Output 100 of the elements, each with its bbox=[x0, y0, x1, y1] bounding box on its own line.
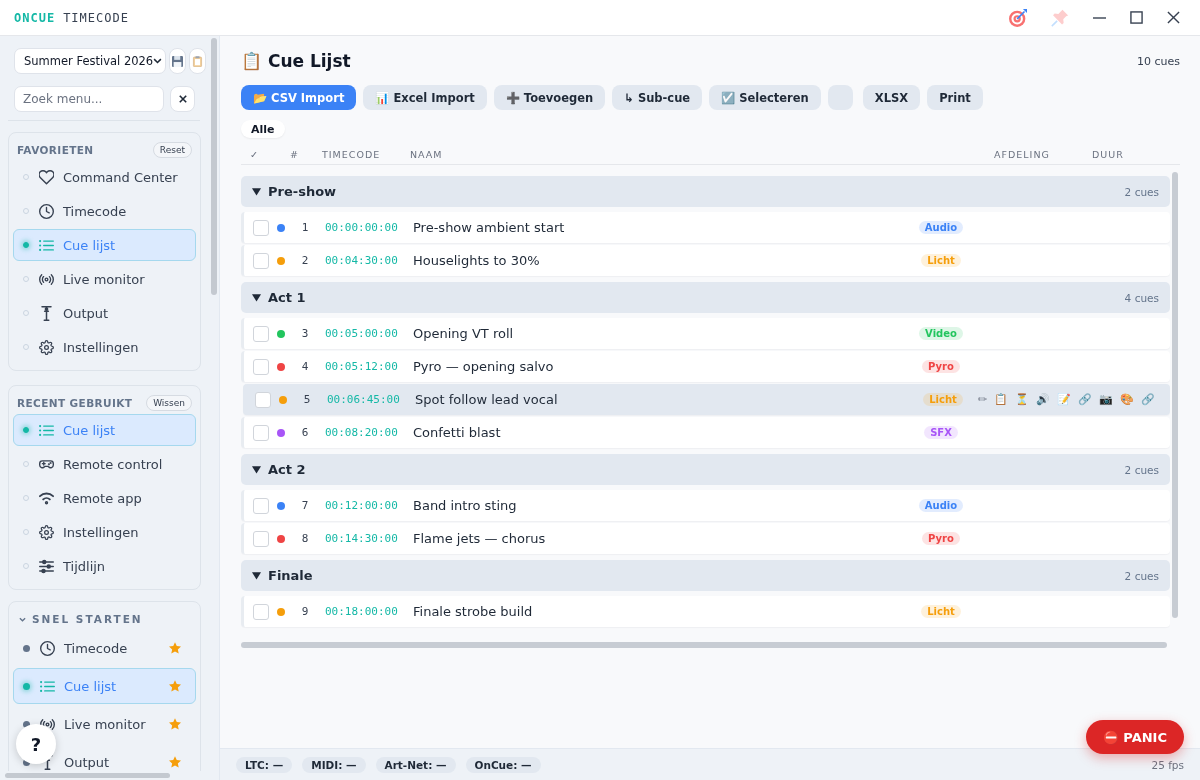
toolbar-button[interactable]: ☑ Selecteren bbox=[709, 85, 821, 110]
scrollbar-thumb[interactable] bbox=[5, 773, 170, 778]
toolbar-button[interactable]: ➕ Toevoegen bbox=[493, 85, 606, 110]
toolbar-button[interactable]: 📊 Excel Import bbox=[363, 85, 487, 110]
section-title: FAVORIETEN bbox=[17, 144, 94, 156]
cue-row[interactable]: 3 00:05:00:00 Opening VT roll Video bbox=[241, 318, 1170, 349]
group-name: Pre-show bbox=[268, 184, 337, 199]
cue-row[interactable]: 8 00:14:30:00 Flame jets — chorus Pyro bbox=[241, 523, 1170, 554]
toolbar-button[interactable]: 📂 CSV Import bbox=[241, 85, 357, 110]
department-badge: Audio bbox=[918, 499, 964, 512]
cue-number: 5 bbox=[302, 393, 312, 406]
star-icon[interactable] bbox=[169, 718, 181, 730]
cue-row[interactable]: 4 00:05:12:00 Pyro — opening salvo Pyro bbox=[241, 351, 1170, 382]
star-icon[interactable] bbox=[169, 642, 181, 654]
clock-icon bbox=[40, 640, 55, 656]
sidebar-item[interactable]: Timecode bbox=[13, 630, 196, 666]
toolbar-button[interactable]: ↳ Sub-cue bbox=[612, 85, 703, 110]
action-button[interactable]: 📷 bbox=[1097, 391, 1116, 408]
cue-row[interactable]: 1 00:00:00:00 Pre-show ambient start Audio bbox=[241, 212, 1170, 243]
action-button[interactable]: 🔗 bbox=[1139, 391, 1158, 408]
sidebar-item[interactable]: Tijdlijn bbox=[13, 550, 196, 582]
project-select[interactable]: Summer Festival 2026 bbox=[14, 48, 166, 74]
close-icon[interactable] bbox=[1167, 11, 1180, 24]
department-badge: SFX bbox=[924, 426, 958, 439]
group-header[interactable]: Pre-show 2 cues bbox=[241, 176, 1170, 207]
cue-row[interactable]: 7 00:12:00:00 Band intro sting Audio bbox=[241, 490, 1170, 521]
checkbox[interactable] bbox=[253, 424, 269, 441]
target-icon[interactable] bbox=[1009, 8, 1027, 27]
sidebar-item[interactable]: Live monitor bbox=[13, 263, 196, 295]
heart-icon bbox=[39, 169, 54, 185]
cue-name: Houselights to 30% bbox=[413, 253, 541, 268]
checkbox[interactable] bbox=[253, 497, 269, 514]
cue-number: 4 bbox=[300, 360, 310, 373]
product-name: TIMECODE bbox=[63, 10, 129, 25]
search-field[interactable]: Zoek menu... bbox=[14, 86, 164, 112]
timecode: 00:14:30:00 bbox=[325, 532, 399, 545]
clipboard-button[interactable] bbox=[189, 48, 206, 74]
clear-button[interactable] bbox=[170, 86, 195, 112]
group-header[interactable]: Act 1 4 cues bbox=[241, 282, 1170, 313]
fps-readout: 25 fps bbox=[1151, 758, 1184, 771]
sidebar-item[interactable]: Instellingen bbox=[13, 516, 196, 548]
action-button[interactable]: ✏ bbox=[976, 391, 990, 408]
cue-row[interactable]: 2 00:04:30:00 Houselights to 30% Licht bbox=[241, 245, 1170, 276]
cue-number: 2 bbox=[300, 254, 310, 267]
toolbar-button[interactable]: Print bbox=[927, 85, 983, 110]
minimize-icon[interactable] bbox=[1093, 16, 1106, 19]
antenna-icon bbox=[39, 305, 54, 321]
star-icon[interactable] bbox=[169, 756, 181, 768]
group-header[interactable]: Act 2 2 cues bbox=[241, 454, 1170, 485]
sidebar-item[interactable]: Instellingen bbox=[13, 331, 196, 363]
sidebar-item[interactable]: Remote app bbox=[13, 482, 196, 514]
dot-icon bbox=[23, 682, 30, 690]
cue-row[interactable]: 5 00:06:45:00 Spot follow lead vocal Licht ✏ 📋 ⏳ 🔊 📝 🔗 📷 🎨 🔗 bbox=[243, 384, 1170, 415]
save-button[interactable] bbox=[169, 48, 186, 74]
pin-icon[interactable] bbox=[1051, 8, 1069, 27]
cue-name: Confetti blast bbox=[413, 425, 502, 440]
checkbox[interactable] bbox=[253, 530, 269, 547]
column-header: DUUR bbox=[1092, 149, 1124, 160]
department-badge: Licht bbox=[921, 605, 961, 618]
action-button[interactable]: 🔗 bbox=[1076, 391, 1095, 408]
status-badge: Art-Net: — bbox=[375, 756, 456, 773]
action-button[interactable]: 📋 bbox=[992, 391, 1011, 408]
checkbox[interactable] bbox=[253, 325, 269, 342]
list-icon bbox=[39, 237, 54, 253]
cue-name: Pre-show ambient start bbox=[413, 220, 566, 235]
column-header: # bbox=[290, 149, 299, 160]
department-badge: Pyro bbox=[922, 360, 960, 373]
column-header: TIMECODE bbox=[322, 149, 381, 160]
sidebar-item[interactable]: Output bbox=[13, 297, 196, 329]
maximize-icon[interactable] bbox=[1130, 11, 1143, 24]
header-action-button[interactable]: Wissen bbox=[146, 395, 192, 411]
checkbox[interactable] bbox=[253, 219, 269, 236]
cue-row[interactable]: 9 00:18:00:00 Finale strobe build Licht bbox=[241, 596, 1170, 627]
clock-icon bbox=[39, 203, 54, 219]
star-icon[interactable] bbox=[169, 680, 181, 692]
sidebar-item[interactable]: Command Center bbox=[13, 161, 196, 193]
header-action-button[interactable]: Reset bbox=[152, 142, 192, 158]
checkbox[interactable] bbox=[253, 252, 269, 269]
broadcast-icon bbox=[40, 716, 55, 732]
action-button[interactable]: 🔊 bbox=[1034, 391, 1053, 408]
cue-row[interactable]: 6 00:08:20:00 Confetti blast SFX bbox=[241, 417, 1170, 448]
scrollbar-thumb[interactable] bbox=[211, 38, 217, 295]
scrollbar-thumb[interactable] bbox=[241, 642, 1167, 648]
gear-icon bbox=[39, 524, 54, 540]
group-header[interactable]: Finale 2 cues bbox=[241, 560, 1170, 591]
wifi-icon bbox=[39, 490, 54, 506]
panic-button[interactable]: ⛔ PANIC bbox=[1085, 720, 1184, 754]
checkbox[interactable] bbox=[255, 391, 271, 408]
scrollbar-thumb[interactable] bbox=[1172, 172, 1178, 618]
timecode: 00:18:00:00 bbox=[325, 605, 399, 618]
sidebar-item[interactable]: Timecode bbox=[13, 195, 196, 227]
checkbox[interactable] bbox=[253, 358, 269, 375]
checkbox[interactable] bbox=[253, 603, 269, 620]
toolbar-button[interactable]: XLSX bbox=[862, 85, 921, 110]
filter-tab[interactable]: Alle bbox=[241, 120, 285, 138]
cue-number: 7 bbox=[300, 499, 310, 512]
department-badge: Audio bbox=[918, 221, 964, 234]
sidebar-item[interactable]: Remote control bbox=[13, 448, 196, 480]
chevron-icon[interactable] bbox=[19, 616, 26, 622]
chevron-down-icon bbox=[153, 58, 163, 64]
